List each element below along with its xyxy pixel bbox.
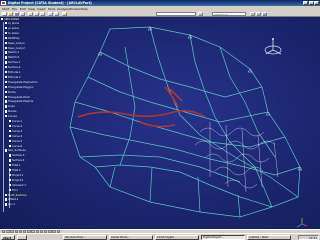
taskbar-button[interactable]: Windows Expl...: [63, 235, 107, 240]
tree-item[interactable]: Points: [5, 90, 16, 94]
tree-item[interactable]: Project.1: [9, 173, 23, 177]
filter-combo[interactable]: All Curves: [212, 11, 246, 17]
tree-item[interactable]: Curve.2: [9, 124, 22, 128]
tree-item[interactable]: Geo_Surfaces: [5, 149, 26, 152]
tree-item[interactable]: Fillet.1: [9, 164, 21, 167]
tree-item[interactable]: Project.2: [9, 178, 23, 182]
app-icon[interactable]: [1, 1, 6, 5]
tree-root[interactable]: ARCLAVPart: [1, 18, 19, 21]
redo-icon[interactable]: [54, 11, 59, 17]
help-icon[interactable]: [62, 11, 67, 17]
tree-item[interactable]: Extrude.2: [5, 75, 21, 79]
minimize-button[interactable]: _: [303, 0, 308, 6]
open-icon[interactable]: [8, 11, 13, 17]
part-icon[interactable]: [262, 11, 267, 17]
window-title: Digital Project [CATIA Student] - [ARCLA…: [8, 1, 92, 5]
filter-icon[interactable]: [198, 11, 203, 17]
tree-item[interactable]: Extrude.1: [5, 71, 21, 74]
tree-item[interactable]: Planes: [5, 110, 16, 113]
tree-item[interactable]: Multi_Sections: [5, 193, 27, 197]
measure-icon[interactable]: [250, 11, 255, 17]
tree-item[interactable]: Triangulate Polygon: [5, 85, 33, 89]
3d-viewport[interactable]: ARCLAVPart xy plane yz plane zx plane PartB…: [0, 17, 320, 229]
copy-icon[interactable]: [34, 11, 39, 17]
tree-item[interactable]: Curves: [5, 115, 17, 118]
taskbar-button[interactable]: Untitled - Paint: [247, 235, 291, 240]
taskbar-button[interactable]: CATIA Digital: [155, 235, 199, 240]
tree-item[interactable]: Surface.2: [5, 66, 20, 69]
tree-item[interactable]: Join.1: [5, 203, 15, 206]
specification-tree: ARCLAVPart xy plane yz plane zx plane PartB…: [1, 18, 71, 228]
tree-item[interactable]: Sketch.1: [5, 51, 19, 54]
new-icon[interactable]: [2, 11, 7, 17]
tree-item[interactable]: Surface.4: [9, 159, 24, 162]
tree-item[interactable]: yz plane: [5, 26, 19, 30]
tree-item[interactable]: Lines: [5, 105, 15, 108]
save-icon[interactable]: [14, 11, 19, 17]
tree-item[interactable]: Curve.3: [9, 129, 22, 133]
layer-combo[interactable]: [156, 11, 196, 17]
tree-item[interactable]: Fillet.2: [9, 169, 21, 172]
tree-item[interactable]: Curve.5: [9, 139, 22, 143]
tree-item[interactable]: Sketch.2: [5, 56, 19, 59]
start-button[interactable]: start: [1, 235, 15, 240]
taskbar-button[interactable]: Digital Project...: [201, 235, 245, 240]
tree-item[interactable]: PartBody: [5, 36, 20, 40]
sketch-icon[interactable]: [256, 11, 261, 17]
undo-icon[interactable]: [48, 11, 53, 17]
system-tray-clock: 12:41: [298, 235, 319, 240]
taskbar: start Windows Expl... Adobe Photo... CATIA…: [0, 233, 320, 240]
print-icon[interactable]: [20, 11, 25, 17]
tree-item[interactable]: Triangulate Polyline: [5, 100, 33, 103]
tree-item[interactable]: Triangulate Point: [5, 95, 30, 99]
tree-item[interactable]: Open_body.1: [5, 41, 25, 45]
compass-icon[interactable]: [262, 37, 284, 59]
tree-item[interactable]: zx plane: [5, 31, 19, 35]
close-button[interactable]: ×: [314, 0, 319, 6]
paste-icon[interactable]: [40, 11, 45, 17]
tree-item[interactable]: Surface.1: [5, 61, 20, 64]
axis-icon: [296, 218, 308, 228]
tree-item[interactable]: Triangulate Polyhedron: [5, 80, 38, 84]
tree-item[interactable]: Fill.1: [9, 188, 18, 192]
tree-item[interactable]: Curve.4: [9, 134, 22, 138]
taskbar-button[interactable]: [17, 235, 27, 240]
tree-item[interactable]: Open_body.2: [5, 46, 25, 50]
tree-item[interactable]: Offset.1: [5, 198, 18, 201]
tree-item[interactable]: Surface.3: [9, 154, 24, 157]
tree-item[interactable]: Curve.1: [9, 120, 22, 123]
taskbar-button[interactable]: Adobe Photo...: [109, 235, 153, 240]
tree-item[interactable]: Intersect.1: [9, 183, 26, 187]
maximize-button[interactable]: □: [308, 0, 314, 6]
tree-item[interactable]: xy plane: [5, 22, 19, 25]
tree-item[interactable]: Curve.6: [9, 144, 22, 148]
cut-icon[interactable]: [28, 11, 33, 17]
